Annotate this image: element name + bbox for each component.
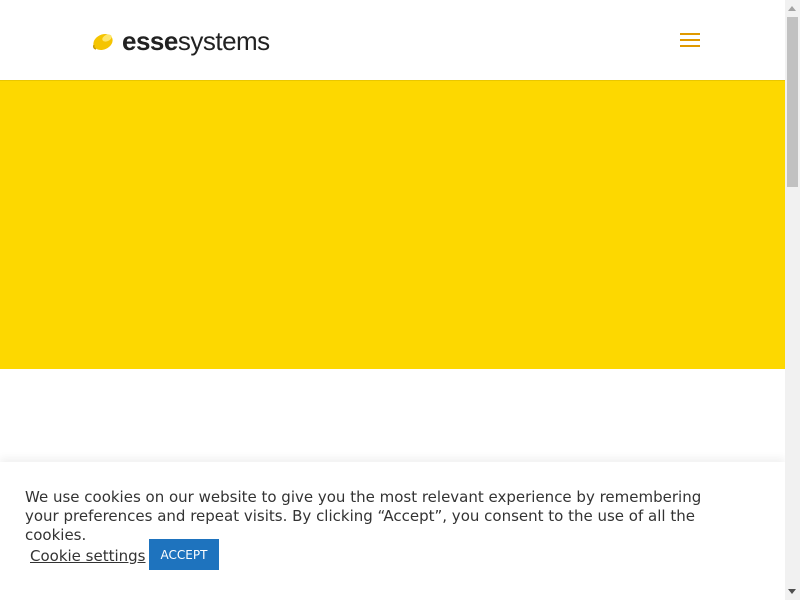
logo-text-bold: esse: [122, 26, 178, 56]
cookie-message: We use cookies on our website to give yo…: [25, 488, 702, 544]
site-header: essesystems: [0, 0, 785, 80]
lemon-logo-icon: [93, 33, 113, 51]
site-logo-link[interactable]: essesystems: [92, 25, 270, 57]
menu-line: [680, 33, 700, 35]
logo-text-light: systems: [177, 26, 270, 56]
logo-wordmark: essesystems: [122, 28, 270, 54]
hamburger-menu-icon[interactable]: [680, 30, 702, 48]
page-viewport: essesystems We use cookies on our websit…: [0, 0, 785, 600]
scroll-down-arrow-icon[interactable]: [788, 589, 796, 594]
cookie-consent-banner: We use cookies on our website to give yo…: [0, 462, 785, 600]
cookie-settings-link[interactable]: Cookie settings: [30, 547, 146, 565]
scroll-up-arrow-icon[interactable]: [788, 6, 796, 11]
hero-banner: [0, 80, 785, 369]
menu-line: [680, 45, 700, 47]
vertical-scrollbar[interactable]: [785, 0, 800, 600]
scrollbar-thumb[interactable]: [787, 17, 798, 187]
menu-line: [680, 39, 700, 41]
accept-cookies-button[interactable]: ACCEPT: [149, 539, 219, 570]
